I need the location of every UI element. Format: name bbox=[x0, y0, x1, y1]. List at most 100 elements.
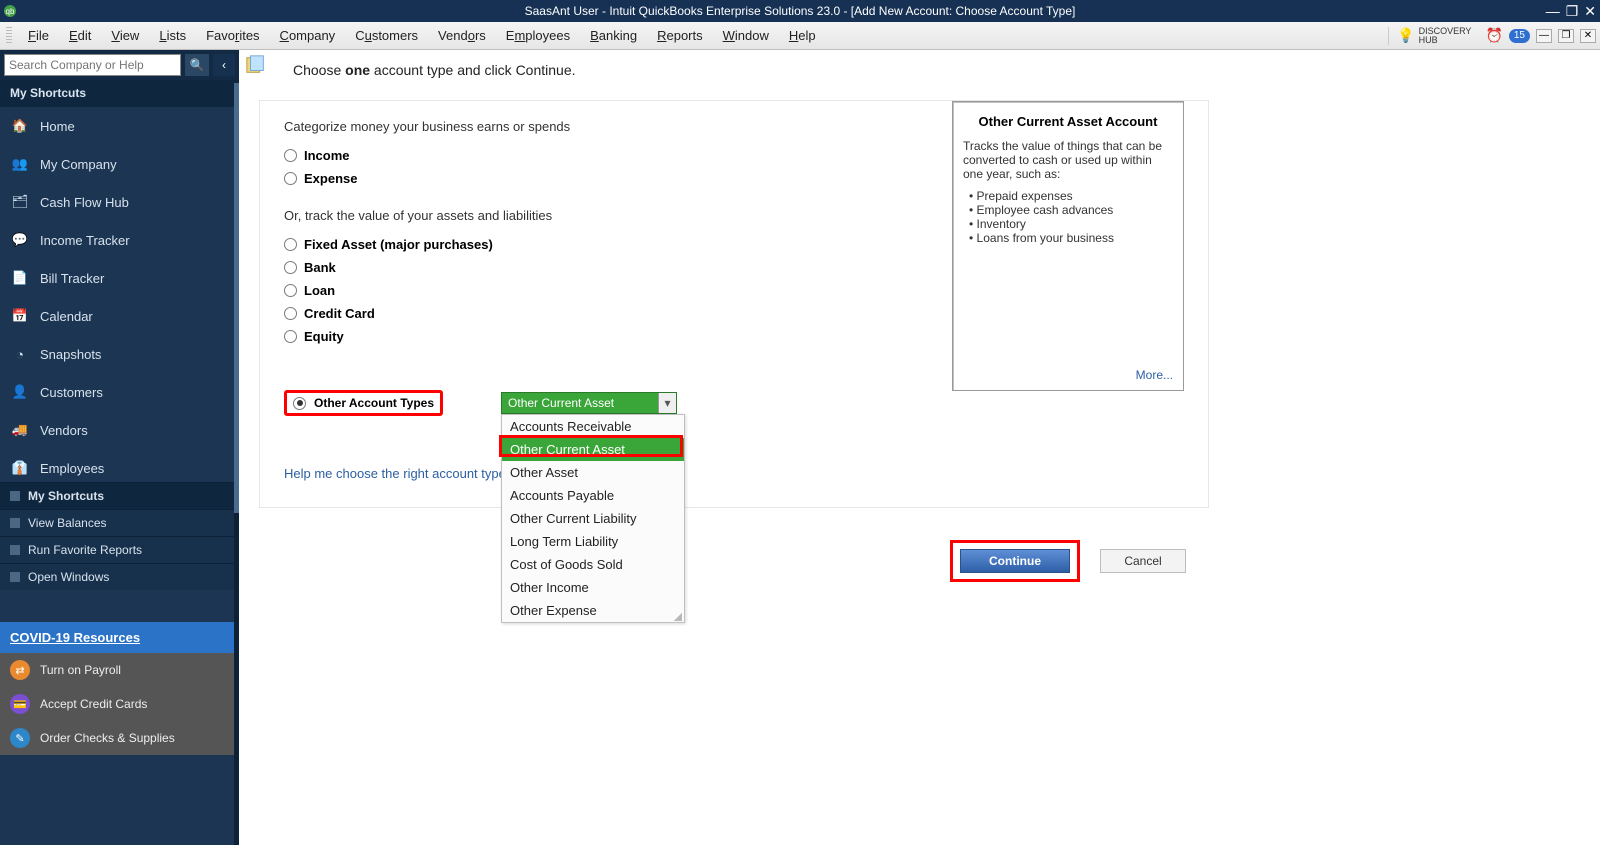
reminders-badge[interactable]: 15 bbox=[1509, 29, 1530, 43]
sidebar-tab-my-shortcuts[interactable]: My Shortcuts bbox=[0, 482, 239, 509]
sidebar-item-label: Customers bbox=[40, 385, 103, 400]
help-choose-account-link[interactable]: Help me choose the right account type. bbox=[284, 466, 1184, 481]
people-icon: 👔 bbox=[10, 458, 30, 478]
account-help-box: Other Current Asset Account Tracks the v… bbox=[952, 101, 1184, 391]
resource-order-checks[interactable]: ✎Order Checks & Supplies bbox=[0, 721, 239, 755]
other-account-type-dropdown[interactable]: Other Current Asset ▾ Accounts Receivabl… bbox=[501, 392, 677, 414]
menu-employees[interactable]: Employees bbox=[496, 24, 580, 47]
dropdown-option-other-current-liability[interactable]: Other Current Liability bbox=[502, 507, 684, 530]
sidebar-item-snapshots[interactable]: ◔Snapshots bbox=[0, 335, 239, 373]
search-icon: 🔍 bbox=[190, 58, 205, 72]
sidebar-item-employees[interactable]: 👔 Employees bbox=[0, 449, 239, 482]
payroll-icon: ⇄ bbox=[10, 660, 30, 680]
window-minimize-button[interactable]: — bbox=[1546, 3, 1560, 20]
menu-view[interactable]: View bbox=[101, 24, 149, 47]
main-menu-bar: File Edit View Lists Favorites Company C… bbox=[0, 22, 1600, 50]
square-icon bbox=[10, 491, 20, 501]
dropdown-option-accounts-receivable[interactable]: Accounts Receivable bbox=[502, 415, 684, 438]
radio-icon bbox=[284, 261, 297, 274]
sidebar-collapse-button[interactable]: ‹ bbox=[213, 54, 235, 76]
covid-resources-link[interactable]: COVID-19 Resources bbox=[0, 622, 239, 653]
radio-label: Credit Card bbox=[304, 306, 375, 321]
radio-label: Loan bbox=[304, 283, 335, 298]
sidebar-item-home[interactable]: 🏠Home bbox=[0, 107, 239, 145]
sidebar-item-bill-tracker[interactable]: 📄Bill Tracker bbox=[0, 259, 239, 297]
menu-help[interactable]: Help bbox=[779, 24, 826, 47]
sidebar-tab-open-windows[interactable]: Open Windows bbox=[0, 563, 239, 590]
account-type-panel: Categorize money your business earns or … bbox=[259, 100, 1209, 508]
dropdown-option-other-asset[interactable]: Other Asset bbox=[502, 461, 684, 484]
radio-label: Equity bbox=[304, 329, 344, 344]
credit-card-icon: 💳 bbox=[10, 694, 30, 714]
reminders-icon[interactable]: ⏰ bbox=[1485, 27, 1502, 44]
menu-reports[interactable]: Reports bbox=[647, 24, 713, 47]
main-content: Choose one account type and click Contin… bbox=[239, 50, 1600, 845]
radio-icon[interactable] bbox=[293, 397, 306, 410]
sidebar-item-cash-flow-hub[interactable]: 🗂 Cash Flow Hub bbox=[0, 183, 239, 221]
radio-label: Expense bbox=[304, 171, 357, 186]
dropdown-selected-label: Other Current Asset bbox=[502, 396, 658, 410]
menu-favorites[interactable]: Favorites bbox=[196, 24, 269, 47]
dropdown-option-other-current-asset[interactable]: Other Current Asset bbox=[502, 438, 684, 461]
search-input[interactable] bbox=[4, 54, 181, 76]
window-titlebar: qb SaasAnt User - Intuit QuickBooks Ente… bbox=[0, 0, 1600, 22]
square-icon bbox=[10, 572, 20, 582]
menu-customers[interactable]: Customers bbox=[345, 24, 428, 47]
radio-icon bbox=[284, 172, 297, 185]
sidebar-item-customers[interactable]: 👤Customers bbox=[0, 373, 239, 411]
menu-lists[interactable]: Lists bbox=[149, 24, 196, 47]
menu-file[interactable]: File bbox=[18, 24, 59, 47]
chevron-left-icon: ‹ bbox=[222, 58, 226, 72]
income-icon: 💬 bbox=[10, 230, 30, 250]
help-box-more-link[interactable]: More... bbox=[1136, 368, 1173, 382]
button-label: Cancel bbox=[1124, 554, 1161, 568]
resource-label: Accept Credit Cards bbox=[40, 697, 147, 711]
bill-icon: 📄 bbox=[10, 268, 30, 288]
sidebar-item-income-tracker[interactable]: 💬Income Tracker bbox=[0, 221, 239, 259]
company-icon: 👥 bbox=[10, 154, 30, 174]
sidebar-item-label: Vendors bbox=[40, 423, 88, 438]
menu-banking[interactable]: Banking bbox=[580, 24, 647, 47]
help-bullet: Loans from your business bbox=[969, 231, 1173, 245]
cashflow-icon: 🗂 bbox=[10, 192, 30, 212]
window-restore-button[interactable]: ❐ bbox=[1566, 3, 1579, 20]
dropdown-option-cost-of-goods-sold[interactable]: Cost of Goods Sold bbox=[502, 553, 684, 576]
resource-turn-on-payroll[interactable]: ⇄Turn on Payroll bbox=[0, 653, 239, 687]
sidebar-tab-label: Open Windows bbox=[28, 570, 109, 584]
sidebar-item-my-company[interactable]: 👥My Company bbox=[0, 145, 239, 183]
sidebar-tab-view-balances[interactable]: View Balances bbox=[0, 509, 239, 536]
child-minimize-button[interactable]: — bbox=[1536, 29, 1552, 43]
sidebar-item-vendors[interactable]: 🚚 Vendors bbox=[0, 411, 239, 449]
discovery-hub-button[interactable]: 💡 DISCOVERYHUB bbox=[1388, 27, 1479, 45]
menu-edit[interactable]: Edit bbox=[59, 24, 101, 47]
wizard-page-icon bbox=[245, 54, 267, 76]
child-restore-button[interactable]: ❐ bbox=[1558, 29, 1574, 43]
menubar-grip-icon bbox=[6, 27, 12, 45]
menu-window[interactable]: Window bbox=[713, 24, 779, 47]
child-close-button[interactable]: ✕ bbox=[1580, 29, 1596, 43]
resource-accept-credit-cards[interactable]: 💳 Accept Credit Cards bbox=[0, 687, 239, 721]
radio-other-account-types-label[interactable]: Other Account Types bbox=[314, 396, 434, 410]
sidebar-item-label: Cash Flow Hub bbox=[40, 195, 129, 210]
dropdown-option-other-expense[interactable]: Other Expense bbox=[502, 599, 684, 622]
resize-grip-icon[interactable] bbox=[674, 613, 682, 621]
menu-vendors[interactable]: Vendors bbox=[428, 24, 496, 47]
window-close-button[interactable]: ✕ bbox=[1584, 3, 1596, 20]
highlight-other-account-types: Other Account Types bbox=[284, 390, 443, 416]
continue-button[interactable]: Continue bbox=[960, 549, 1070, 573]
checks-icon: ✎ bbox=[10, 728, 30, 748]
sidebar-item-label: Employees bbox=[40, 461, 104, 476]
chevron-down-icon[interactable]: ▾ bbox=[658, 393, 676, 413]
truck-icon: 🚚 bbox=[10, 420, 30, 440]
cancel-button[interactable]: Cancel bbox=[1100, 549, 1186, 573]
dropdown-option-other-income[interactable]: Other Income bbox=[502, 576, 684, 599]
dropdown-option-long-term-liability[interactable]: Long Term Liability bbox=[502, 530, 684, 553]
lightbulb-icon: 💡 bbox=[1397, 31, 1414, 40]
menu-company[interactable]: Company bbox=[270, 24, 346, 47]
sidebar-tab-run-favorite-reports[interactable]: Run Favorite Reports bbox=[0, 536, 239, 563]
dropdown-option-accounts-payable[interactable]: Accounts Payable bbox=[502, 484, 684, 507]
search-button[interactable]: 🔍 bbox=[185, 54, 209, 76]
sidebar-item-calendar[interactable]: 📅Calendar bbox=[0, 297, 239, 335]
window-title: SaasAnt User - Intuit QuickBooks Enterpr… bbox=[525, 4, 1076, 18]
sidebar-item-label: Snapshots bbox=[40, 347, 101, 362]
